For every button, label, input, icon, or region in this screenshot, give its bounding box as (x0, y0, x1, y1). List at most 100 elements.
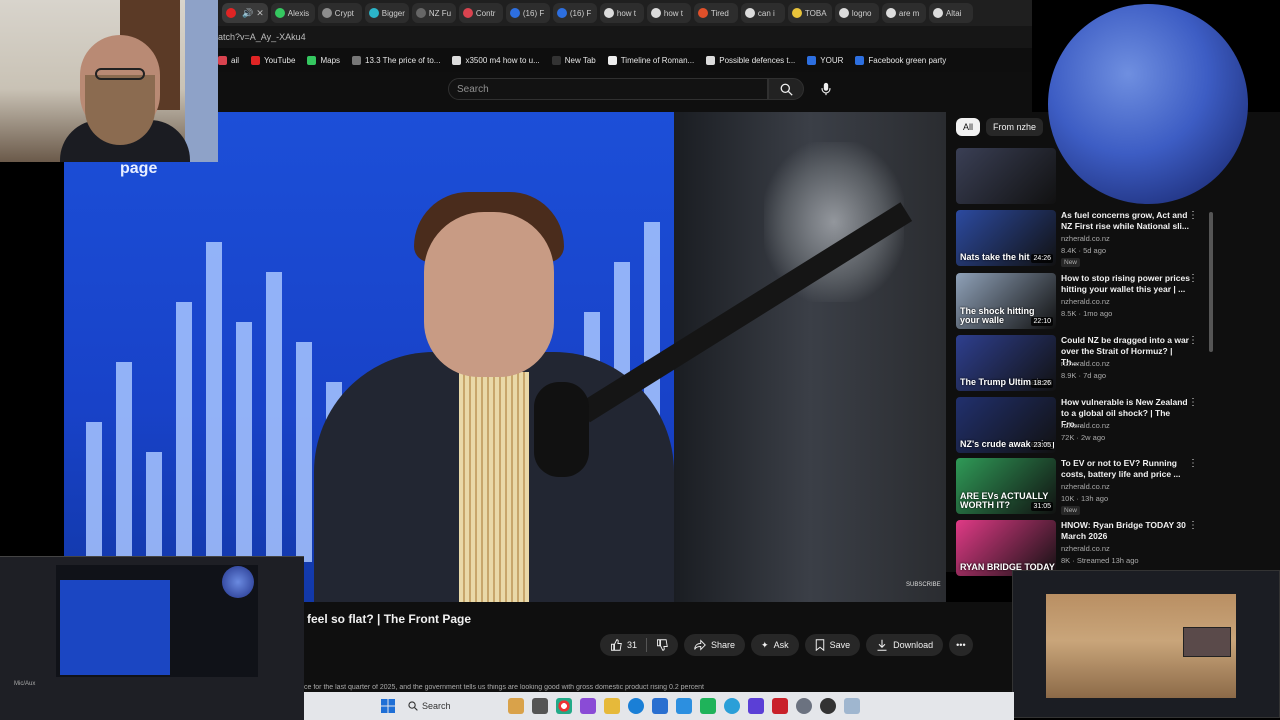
chip-from-channel[interactable]: From nzhe (986, 118, 1044, 136)
widgets-icon[interactable] (508, 698, 524, 714)
bookmark-item[interactable]: New Tab (551, 55, 596, 65)
obs-preview-studio (60, 580, 170, 675)
bookmark-icon (815, 639, 824, 651)
browser-tab[interactable]: (16) F (552, 3, 597, 23)
browser-tab[interactable]: (16) F (505, 3, 550, 23)
search-icon (780, 83, 793, 96)
telegram-icon[interactable] (724, 698, 740, 714)
app-icon-3[interactable] (844, 698, 860, 714)
download-icon (877, 639, 887, 651)
browser-tab[interactable]: are m (881, 3, 926, 23)
tab-favicon-icon (932, 8, 943, 18)
bookmark-favicon-icon (452, 55, 462, 65)
ask-button[interactable]: ✦ Ask (751, 634, 799, 656)
duration-badge: 24:26 (1031, 254, 1053, 263)
windows-start-icon[interactable] (380, 698, 396, 714)
subscribe-watermark[interactable]: SUBSCRIBE (906, 582, 941, 588)
download-button[interactable]: Download (866, 634, 944, 656)
more-vertical-icon[interactable]: ⋮ (1188, 520, 1198, 531)
thumbs-down-icon[interactable] (656, 639, 668, 651)
related-thumbnail[interactable] (956, 148, 1056, 204)
browser-tab[interactable]: Contr (458, 3, 503, 23)
related-video-item[interactable]: NZ's crude awakening 23:05 How vulnerable … (956, 397, 1216, 453)
show-logo: page (120, 160, 158, 177)
browser-tab[interactable]: NZ Fu (411, 3, 456, 23)
more-actions-button[interactable]: ••• (949, 634, 973, 656)
bookmark-item[interactable]: Timeline of Roman... (607, 55, 694, 65)
browser-tab[interactable]: Alexis (270, 3, 315, 23)
bookmark-label: Facebook green party (868, 55, 947, 65)
mail-icon[interactable] (652, 698, 668, 714)
related-video-item[interactable]: The Trump Ultimatum 18:26 Could NZ be drag… (956, 335, 1216, 391)
browser-tab[interactable]: how t (599, 3, 644, 23)
voice-search-button[interactable] (814, 78, 838, 100)
related-meta: 10K · 13h ago (1061, 494, 1109, 503)
bookmark-item[interactable]: x3500 m4 how to u... (452, 55, 540, 65)
browser-tab[interactable]: Altai (928, 3, 973, 23)
spotify-icon[interactable] (700, 698, 716, 714)
bookmark-item[interactable]: YouTube (251, 55, 296, 65)
more-vertical-icon[interactable]: ⋮ (1188, 397, 1198, 408)
share-button[interactable]: Share (684, 634, 746, 656)
browser-tab[interactable]: can i (740, 3, 785, 23)
video-player[interactable]: page SUBSCRIBE (64, 112, 946, 602)
related-video-item[interactable]: The shock hitting your walle 22:10 How to … (956, 273, 1216, 329)
webcam-beard (85, 75, 155, 145)
bookmark-item[interactable]: ail (218, 55, 239, 65)
related-thumbnail[interactable]: ARE EVs ACTUALLY WORTH IT? 31:05 (956, 458, 1056, 514)
browser-tab[interactable]: logno (834, 3, 879, 23)
search-button[interactable] (768, 78, 804, 100)
tab-label: TOBA (804, 8, 827, 18)
related-thumbnail[interactable]: Nats take the hit 24:26 (956, 210, 1056, 266)
bookmark-label: YouTube (264, 55, 296, 65)
edge-icon[interactable] (628, 698, 644, 714)
browser-tab[interactable]: how t (646, 3, 691, 23)
more-vertical-icon[interactable]: ⋮ (1188, 273, 1198, 284)
speaker-icon[interactable]: 🔊 (242, 8, 253, 19)
browser-tab[interactable]: 🔊 ✕ (222, 3, 268, 23)
more-vertical-icon[interactable]: ⋮ (1188, 335, 1198, 346)
browser-tab[interactable]: Bigger (364, 3, 409, 23)
bookmark-label: Possible defences t... (719, 55, 796, 65)
more-vertical-icon[interactable]: ⋮ (1188, 458, 1198, 469)
related-thumbnail[interactable]: The shock hitting your walle 22:10 (956, 273, 1056, 329)
like-button[interactable]: 31 (600, 634, 679, 656)
tab-label: Tired (710, 8, 729, 18)
sidebar-scrollbar[interactable] (1209, 212, 1213, 352)
related-video-item[interactable]: Nats take the hit 24:26 As fuel concerns g… (956, 210, 1216, 267)
bookmark-item[interactable]: Facebook green party (855, 55, 947, 65)
address-bar[interactable]: atch?v=A_Ay_-XAku4 (218, 26, 1032, 48)
related-thumbnail[interactable]: The Trump Ultimatum 18:26 (956, 335, 1056, 391)
more-vertical-icon[interactable]: ⋮ (1188, 210, 1198, 221)
app-icon[interactable] (580, 698, 596, 714)
save-button[interactable]: Save (804, 634, 861, 656)
bookmark-item[interactable]: Possible defences t... (706, 55, 796, 65)
bookmark-item[interactable]: YOUR (807, 55, 843, 65)
file-explorer-icon[interactable] (604, 698, 620, 714)
browser-tab[interactable]: Tired (693, 3, 738, 23)
app-icon-2[interactable] (748, 698, 764, 714)
more-horizontal-icon: ••• (956, 640, 966, 650)
browser-tab[interactable]: TOBA (787, 3, 832, 23)
close-icon[interactable]: ✕ (256, 8, 264, 19)
related-thumbnail[interactable]: NZ's crude awakening 23:05 (956, 397, 1056, 453)
browser-tab[interactable]: Crypt (317, 3, 362, 23)
bookmark-item[interactable]: 13.3 The price of to... (352, 55, 440, 65)
obs-icon[interactable] (820, 698, 836, 714)
search-input[interactable]: Search (448, 78, 768, 100)
duration-badge: 22:10 (1031, 317, 1053, 326)
store-icon[interactable] (676, 698, 692, 714)
video-description[interactable]: ce for the last quarter of 2025, and the… (304, 684, 794, 691)
related-video-item[interactable]: ARE EVs ACTUALLY WORTH IT? 31:05 To EV or … (956, 458, 1216, 515)
taskbar-search[interactable]: Search (404, 696, 500, 716)
settings-icon[interactable] (796, 698, 812, 714)
bookmark-favicon-icon (218, 55, 227, 65)
chip-all[interactable]: All (956, 118, 981, 136)
related-video-item[interactable]: RYAN BRIDGE TODAY HNOW: Ryan Bridge TODAY… (956, 520, 1216, 576)
task-view-icon[interactable] (532, 698, 548, 714)
related-thumbnail[interactable]: RYAN BRIDGE TODAY (956, 520, 1056, 576)
duration-badge: 31:05 (1031, 502, 1053, 511)
chrome-icon[interactable] (556, 698, 572, 714)
bookmark-item[interactable]: Maps (307, 55, 340, 65)
pdf-icon[interactable] (772, 698, 788, 714)
